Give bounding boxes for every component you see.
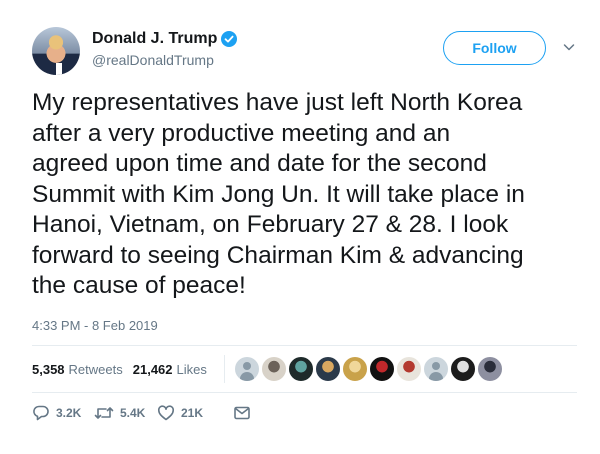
retweets-count: 5,358 <box>32 362 65 377</box>
likes-stat[interactable]: 21,462 Likes <box>133 362 207 377</box>
divider <box>32 392 577 393</box>
direct-message-icon <box>234 406 250 420</box>
liker-avatar[interactable] <box>288 356 314 382</box>
avatar[interactable] <box>32 27 80 75</box>
liker-avatar[interactable] <box>477 356 503 382</box>
divider <box>32 345 577 346</box>
chevron-down-icon[interactable] <box>562 40 576 54</box>
liker-avatars <box>234 356 504 382</box>
user-name-row[interactable]: Donald J. Trump <box>92 30 238 48</box>
retweet-button[interactable]: 5.4K <box>94 404 157 422</box>
liker-avatar[interactable] <box>450 356 476 382</box>
stats-separator <box>224 355 225 383</box>
retweets-stat[interactable]: 5,358 Retweets <box>32 362 123 377</box>
tweet-card: Donald J. Trump @realDonaldTrump Follow … <box>0 0 600 454</box>
verified-badge-icon <box>221 31 238 47</box>
like-button[interactable]: 21K <box>157 404 233 422</box>
user-handle[interactable]: @realDonaldTrump <box>92 52 214 68</box>
display-name[interactable]: Donald J. Trump <box>92 30 217 48</box>
retweets-label: Retweets <box>68 362 123 377</box>
liker-avatar[interactable] <box>423 356 449 382</box>
follow-button[interactable]: Follow <box>443 31 546 65</box>
likes-label: Likes <box>176 362 207 377</box>
reply-count: 3.2K <box>56 406 82 420</box>
retweet-count: 5.4K <box>120 406 146 420</box>
tweet-actions: 3.2K 5.4K 21K <box>32 404 251 422</box>
direct-message-button[interactable] <box>233 404 251 422</box>
like-count: 21K <box>181 406 204 420</box>
retweet-icon <box>94 407 114 419</box>
tweet-stats: 5,358 Retweets 21,462 Likes <box>32 362 207 377</box>
heart-icon <box>157 405 175 421</box>
liker-avatar[interactable] <box>315 356 341 382</box>
reply-icon <box>33 405 49 421</box>
likes-count: 21,462 <box>132 362 173 377</box>
liker-avatar[interactable] <box>369 356 395 382</box>
reply-button[interactable]: 3.2K <box>32 404 94 422</box>
tweet-text: My representatives have just left North … <box>32 89 525 299</box>
liker-avatar[interactable] <box>261 356 287 382</box>
liker-avatar[interactable] <box>396 356 422 382</box>
liker-avatar[interactable] <box>342 356 368 382</box>
tweet-timestamp[interactable]: 4:33 PM - 8 Feb 2019 <box>32 318 158 333</box>
liker-avatar[interactable] <box>234 356 260 382</box>
